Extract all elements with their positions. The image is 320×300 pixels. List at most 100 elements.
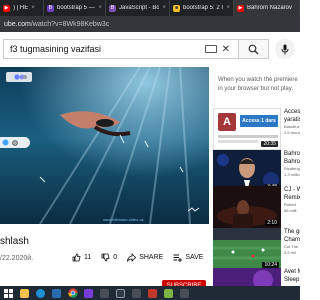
keyboard-icon[interactable] [204,45,217,53]
close-tab-icon[interactable]: × [226,5,230,11]
recommendation-title: Access [284,109,300,115]
taskbar-app[interactable] [146,288,159,299]
browser-tab[interactable]: B JavaScript - Boots × [106,0,170,16]
terminal-icon [116,288,125,298]
video-thumbnail: 10:24 [213,228,281,270]
thumbs-up-icon [72,253,81,262]
recommendation-views: 3.5 mil [284,250,296,255]
recommendation-title-line2: yaratis [284,117,300,123]
app-icon [164,288,173,298]
recommendation-title: CJ - W [284,187,300,193]
search-query-text: f3 tugmasining vazifasi [10,44,102,54]
start-button[interactable] [2,288,15,299]
thumbs-down-icon [101,253,110,262]
video-thumbnail: 2:10 [213,186,281,228]
taskbar-store[interactable] [50,288,63,299]
video-actions: 11 0 SHARE SAVE ••• [72,253,221,262]
recommendation-views: 2.6 thous [284,130,300,135]
recommendation-item[interactable]: 10:24 The gr Champ Cut The 3.5 mil [213,228,300,270]
share-label: SHARE [139,254,164,261]
app-icon [148,288,157,298]
video-thumbnail [213,268,281,286]
recommendation-title: The gr [284,229,300,235]
folder-icon [20,288,29,298]
thumbnail-rule [218,135,278,138]
browser-tab[interactable]: ■ bootstrap 5: 2 Il × [170,0,234,16]
tab-label: JavaScript - Boots [119,5,160,11]
thumbnail-rule [218,140,258,143]
taskbar-app[interactable] [178,288,191,299]
player-overlay-tab[interactable] [0,137,30,148]
taskbar-file-explorer[interactable] [18,288,31,299]
browser-tab-active[interactable]: ▶ Bahrom Nazarov [234,0,300,16]
taskbar-app[interactable] [130,288,143,299]
like-button[interactable]: 11 [72,253,91,262]
video-date: /22.2020й. [0,255,34,262]
tab-label: ) | HE [13,5,29,11]
screen: ▶ ) | HE × B bootstrap 5 — Sk × B JavaSc… [0,0,300,300]
video-duration: 20:35 [261,141,278,147]
app-icon [84,288,93,298]
video-thumbnail: A Access 1 dars 20:35 [213,108,281,150]
clear-search-icon[interactable]: ✕ [222,44,230,55]
access-logo-icon: A [218,113,236,131]
close-tab-icon[interactable]: × [98,5,102,11]
taskbar-app[interactable] [162,288,175,299]
share-icon [127,253,137,262]
tab-label: bootstrap 5 — Sk [57,5,95,11]
recommendation-title-line2: Bahrom [284,159,300,165]
recommendation-title-line2: Sleep [284,277,300,283]
video-title: shlash [0,236,29,247]
youtube-favicon-icon: ▶ [3,4,10,12]
recommendation-info: CJ - W Remix Robert 56 milli [281,186,300,228]
search-input[interactable]: f3 tugmasining vazifasi ✕ [3,39,239,59]
save-button[interactable]: SAVE [173,253,203,262]
taskbar-edge[interactable] [34,288,47,299]
recommendation-title-line2: Remix [284,195,300,201]
dislike-button[interactable]: 0 [101,253,117,262]
address-bar[interactable]: ube.com/watch?v=8Wk98Kebw3c [0,16,300,32]
recommendation-item[interactable]: A Access 1 dars 20:35 Access yaratis Bas… [213,108,300,150]
microphone-icon [281,44,289,54]
browser-tab-strip: ▶ ) | HE × B bootstrap 5 — Sk × B JavaSc… [0,0,300,16]
search-icon [248,44,259,54]
browser-tab[interactable]: ▶ ) | HE × [0,0,44,16]
taskbar-app[interactable] [114,288,127,299]
purple-image [213,268,281,286]
taskbar-chrome[interactable] [66,288,79,299]
bootstrap-favicon-icon: B [109,4,116,12]
youtube-favicon-icon: ▶ [237,4,244,12]
recommendation-item[interactable]: 2:10 CJ - W Remix Robert 56 milli [213,186,300,228]
info-icon [2,139,9,146]
recommendation-item[interactable]: Avet M Sleep [213,268,300,286]
close-tab-icon[interactable]: × [31,5,35,11]
recommendation-title: Bahrom [284,151,300,157]
video-player[interactable]: www.bilimdon-video.uz [0,67,209,224]
tab-label: bootstrap 5: 2 Il [183,5,224,11]
gear-icon [12,139,18,146]
chrome-icon [67,288,78,298]
url-text: ube.com/watch?v=8Wk98Kebw3c [4,20,110,28]
search-button[interactable] [239,39,269,59]
edge-icon [36,288,45,298]
close-tab-icon[interactable]: × [162,5,166,11]
bookmark-favicon-icon: ■ [173,4,180,12]
recommendation-info: Access yaratis Basoftuz 2.6 thous [281,108,300,150]
dislike-count: 0 [113,254,118,261]
recommendation-views: 1.3 million [284,172,300,177]
recommendation-views: 56 milli [284,208,297,213]
recommendation-info: The gr Champ Cut The 3.5 mil [281,228,300,270]
share-button[interactable]: SHARE [127,253,163,262]
video-watermark: www.bilimdon-video.uz [103,217,144,222]
app-icon [132,288,141,298]
voice-search-button[interactable] [275,39,295,59]
bootstrap-favicon-icon: B [47,4,54,12]
taskbar-app[interactable] [82,288,95,299]
store-icon [52,288,61,298]
taskbar-app[interactable] [98,288,111,299]
browser-tab[interactable]: B bootstrap 5 — Sk × [44,0,106,16]
recommendation-info: Avet M Sleep [281,268,300,286]
like-count: 11 [84,254,92,261]
recommendation-title-line2: Champ [284,237,300,243]
playlist-add-icon [173,254,183,262]
